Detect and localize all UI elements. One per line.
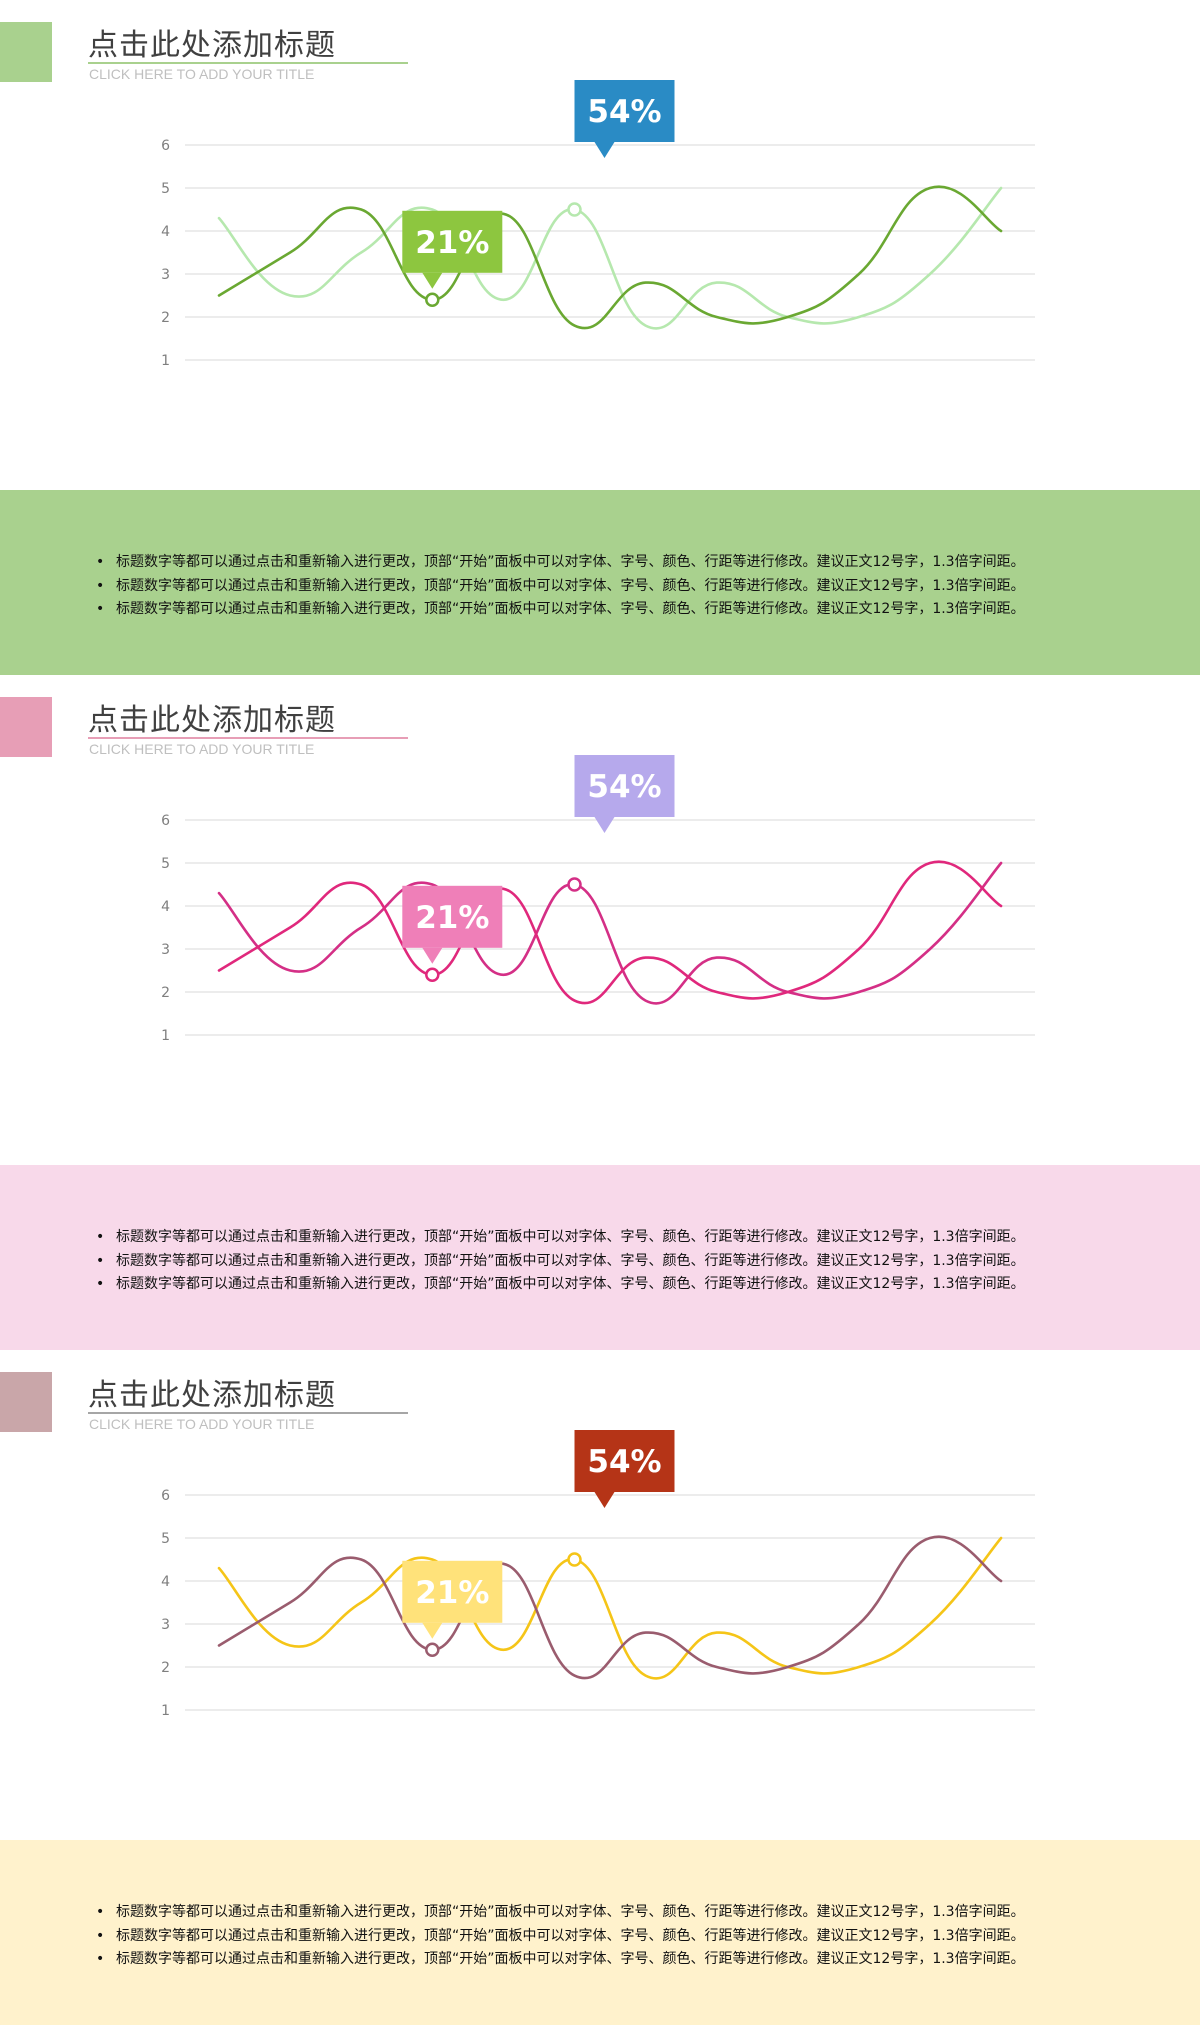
- line-chart: 0123456Q1Q2Q3Q4Q5Q6Q7Q8Q9Q10Q11Q1221%54%…: [161, 80, 1035, 369]
- callout-pointer: [594, 817, 615, 833]
- bullet-text: 标题数字等都可以通过点击和重新输入进行更改，顶部“开始”面板中可以对字体、字号、…: [116, 577, 1025, 594]
- y-tick-label: 1: [161, 1703, 170, 1719]
- bullet-text: 标题数字等都可以通过点击和重新输入进行更改，顶部“开始”面板中可以对字体、字号、…: [116, 1229, 1025, 1245]
- callout-value: 54%: [587, 1444, 661, 1480]
- bullet-item[interactable]: • 标题数字等都可以通过点击和重新输入进行更改，顶部“开始”面板中可以对字体、字号…: [96, 1948, 1025, 1972]
- callout-value: 54%: [587, 94, 661, 130]
- callout-a[interactable]: 21%: [402, 210, 503, 289]
- callout-b[interactable]: 54%: [574, 755, 675, 833]
- callout-value: 54%: [587, 769, 661, 805]
- callout-b[interactable]: 54%: [574, 1430, 675, 1508]
- y-tick-label: 4: [161, 224, 170, 240]
- text-band: • 标题数字等都可以通过点击和重新输入进行更改，顶部“开始”面板中可以对字体、字号…: [0, 1840, 1200, 2025]
- bullet-text: 标题数字等都可以通过点击和重新输入进行更改，顶部“开始”面板中可以对字体、字号、…: [116, 1927, 1025, 1944]
- bullet-list: • 标题数字等都可以通过点击和重新输入进行更改，顶部“开始”面板中可以对字体、字号…: [96, 551, 1025, 622]
- bullet-dot: •: [96, 601, 105, 617]
- callout-value: 21%: [415, 225, 489, 261]
- bullet-item[interactable]: • 标题数字等都可以通过点击和重新输入进行更改，顶部“开始”面板中可以对字体、字号…: [96, 575, 1025, 599]
- y-tick-label: 3: [161, 942, 170, 958]
- bullet-dot: •: [96, 554, 105, 570]
- y-tick-label: 5: [161, 856, 170, 872]
- line-chart: 0123456Q1Q2Q3Q4Q5Q6Q7Q8Q9Q10Q11Q1221%54%…: [161, 1430, 1035, 1719]
- callout-a[interactable]: 21%: [402, 885, 503, 964]
- bullet-text: 标题数字等都可以通过点击和重新输入进行更改，顶部“开始”面板中可以对字体、字号、…: [116, 1276, 1025, 1292]
- y-tick-label: 1: [161, 1028, 170, 1044]
- bullet-text: 标题数字等都可以通过点击和重新输入进行更改，顶部“开始”面板中可以对字体、字号、…: [116, 1904, 1025, 1920]
- bullet-text: 标题数字等都可以通过点击和重新输入进行更改，顶部“开始”面板中可以对字体、字号、…: [116, 1252, 1025, 1269]
- data-point-marker: [425, 967, 440, 983]
- slide-section: 点击此处添加标题CLICK HERE TO ADD YOUR TITLE0123…: [0, 0, 1200, 675]
- y-tick-label: 3: [161, 1617, 170, 1633]
- callout-value: 21%: [415, 1575, 489, 1611]
- bullet-item[interactable]: • 标题数字等都可以通过点击和重新输入进行更改，顶部“开始”面板中可以对字体、字号…: [96, 1250, 1025, 1274]
- bullet-text: 标题数字等都可以通过点击和重新输入进行更改，顶部“开始”面板中可以对字体、字号、…: [116, 1951, 1025, 1967]
- series-line-s1: [217, 1536, 1003, 1680]
- y-tick-label: 1: [161, 353, 170, 369]
- callout-pointer: [594, 142, 615, 158]
- y-tick-label: 4: [161, 1574, 170, 1590]
- y-tick-label: 4: [161, 899, 170, 915]
- series-line-s1: [217, 186, 1003, 330]
- bullet-dot: •: [96, 1904, 105, 1920]
- bullet-item[interactable]: • 标题数字等都可以通过点击和重新输入进行更改，顶部“开始”面板中可以对字体、字号…: [96, 551, 1025, 575]
- callout-pointer: [422, 1622, 443, 1639]
- bullet-item[interactable]: • 标题数字等都可以通过点击和重新输入进行更改，顶部“开始”面板中可以对字体、字号…: [96, 1273, 1025, 1297]
- bullet-list: • 标题数字等都可以通过点击和重新输入进行更改，顶部“开始”面板中可以对字体、字号…: [96, 1226, 1025, 1297]
- y-tick-label: 5: [161, 181, 170, 197]
- bullet-dot: •: [96, 1951, 105, 1967]
- data-point-marker: [567, 877, 582, 892]
- text-band: • 标题数字等都可以通过点击和重新输入进行更改，顶部“开始”面板中可以对字体、字号…: [0, 1165, 1200, 1350]
- data-point-marker: [567, 1552, 582, 1567]
- callout-pointer: [422, 272, 443, 289]
- callout-pointer: [594, 1492, 615, 1508]
- data-point-marker: [425, 292, 440, 308]
- bullet-text: 标题数字等都可以通过点击和重新输入进行更改，顶部“开始”面板中可以对字体、字号、…: [116, 554, 1025, 570]
- callout-value: 21%: [415, 900, 489, 936]
- line-chart: 0123456Q1Q2Q3Q4Q5Q6Q7Q8Q9Q10Q11Q1221%54%…: [161, 755, 1035, 1044]
- bullet-item[interactable]: • 标题数字等都可以通过点击和重新输入进行更改，顶部“开始”面板中可以对字体、字号…: [96, 1226, 1025, 1250]
- callout-b[interactable]: 54%: [574, 80, 675, 158]
- y-tick-label: 2: [161, 1660, 170, 1676]
- y-tick-label: 6: [161, 1488, 170, 1504]
- y-tick-label: 6: [161, 138, 170, 154]
- y-tick-label: 5: [161, 1531, 170, 1547]
- data-point-marker: [567, 202, 582, 217]
- callout-pointer: [422, 947, 443, 964]
- bullet-item[interactable]: • 标题数字等都可以通过点击和重新输入进行更改，顶部“开始”面板中可以对字体、字号…: [96, 1901, 1025, 1925]
- slide-section: 点击此处添加标题CLICK HERE TO ADD YOUR TITLE0123…: [0, 1350, 1200, 2025]
- series-line-s1: [217, 861, 1003, 1005]
- bullet-item[interactable]: • 标题数字等都可以通过点击和重新输入进行更改，顶部“开始”面板中可以对字体、字号…: [96, 1925, 1025, 1949]
- bullet-dot: •: [96, 1252, 105, 1269]
- bullet-dot: •: [96, 577, 105, 594]
- y-tick-label: 2: [161, 310, 170, 326]
- data-point-marker: [425, 1642, 440, 1658]
- callout-a[interactable]: 21%: [402, 1560, 503, 1639]
- bullet-item[interactable]: • 标题数字等都可以通过点击和重新输入进行更改，顶部“开始”面板中可以对字体、字号…: [96, 598, 1025, 622]
- bullet-text: 标题数字等都可以通过点击和重新输入进行更改，顶部“开始”面板中可以对字体、字号、…: [116, 601, 1025, 617]
- y-tick-label: 3: [161, 267, 170, 283]
- bullet-dot: •: [96, 1229, 105, 1245]
- y-tick-label: 2: [161, 985, 170, 1001]
- y-tick-label: 6: [161, 813, 170, 829]
- bullet-dot: •: [96, 1927, 105, 1944]
- text-band: • 标题数字等都可以通过点击和重新输入进行更改，顶部“开始”面板中可以对字体、字号…: [0, 490, 1200, 675]
- slide-section: 点击此处添加标题CLICK HERE TO ADD YOUR TITLE0123…: [0, 675, 1200, 1350]
- bullet-dot: •: [96, 1276, 105, 1292]
- bullet-list: • 标题数字等都可以通过点击和重新输入进行更改，顶部“开始”面板中可以对字体、字号…: [96, 1901, 1025, 1972]
